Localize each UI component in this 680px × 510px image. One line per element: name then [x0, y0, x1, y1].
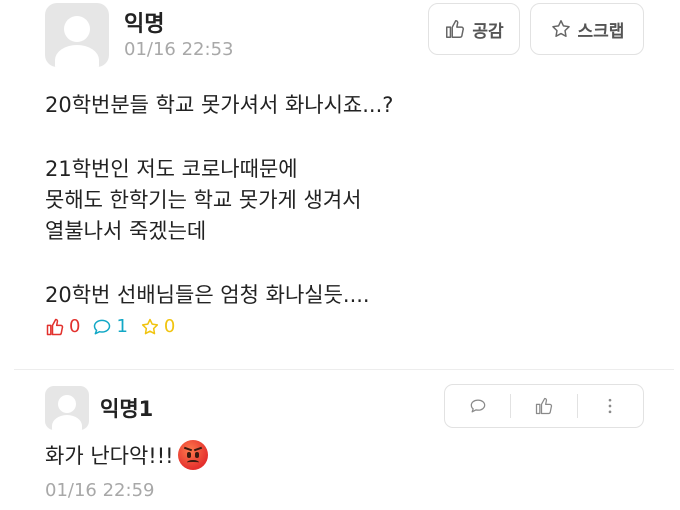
more-vertical-icon	[608, 398, 612, 414]
like-button-label: 공감	[472, 21, 504, 42]
comment-author-avatar	[45, 386, 89, 430]
more-options-button[interactable]	[578, 385, 643, 427]
post-author-avatar	[45, 3, 109, 67]
comment-count-value: 1	[116, 316, 128, 337]
post-stats: 0 1 0	[45, 316, 187, 337]
comment-count: 1	[92, 316, 128, 337]
post-body-line-4: 열불나서 죽겠는데	[45, 219, 207, 243]
reply-button[interactable]	[445, 385, 510, 427]
comment-author-name: 익명1	[100, 397, 154, 421]
thumbs-up-icon	[446, 20, 465, 38]
scrap-button[interactable]: 스크랩	[530, 3, 644, 55]
comment-body: 화가 난다악!!!	[45, 440, 208, 470]
comment-time: 01/16 22:59	[45, 480, 155, 501]
like-count-value: 0	[69, 316, 81, 337]
post-time: 01/16 22:53	[124, 39, 234, 60]
comment-text: 화가 난다악!!!	[45, 444, 174, 468]
section-divider	[14, 369, 674, 370]
speech-bubble-icon	[94, 319, 111, 334]
post-author-name: 익명	[124, 12, 165, 37]
scrap-count: 0	[140, 316, 175, 337]
scrap-button-label: 스크랩	[577, 21, 625, 42]
like-count: 0	[45, 316, 80, 337]
post-body-line-2: 21학번인 저도 코로나때문에	[45, 157, 298, 181]
post-body-line-5: 20학번 선배님들은 엄청 화나실듯....	[45, 283, 370, 307]
like-button[interactable]: 공감	[428, 3, 520, 55]
thumbs-up-icon	[46, 318, 64, 335]
angry-face-emoji	[177, 440, 208, 470]
post-body-line-3: 못해도 한학기는 학교 못가게 생겨서	[45, 188, 362, 212]
speech-bubble-icon	[470, 399, 485, 413]
comment-actions	[444, 384, 644, 428]
scrap-count-value: 0	[163, 316, 176, 337]
comment-like-button[interactable]	[511, 385, 576, 427]
star-icon	[551, 20, 570, 37]
star-icon	[141, 318, 158, 334]
thumbs-up-icon	[535, 397, 553, 415]
post-body-line-1: 20학번분들 학교 못가셔서 화나시죠...?	[45, 93, 394, 117]
